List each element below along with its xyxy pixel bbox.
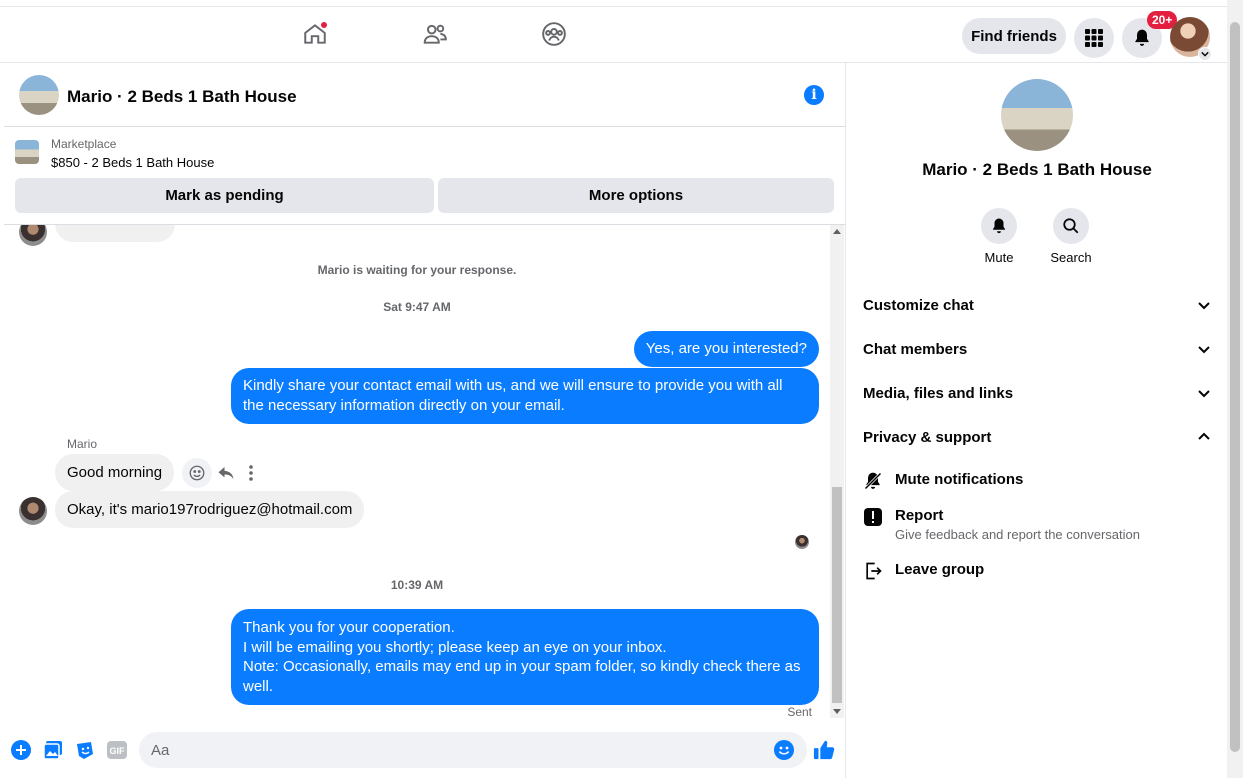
scroll-down-arrow[interactable] — [833, 709, 841, 714]
react-emoji-icon[interactable] — [182, 458, 212, 488]
option-label: Leave group — [895, 561, 985, 578]
thumbs-up-icon[interactable] — [812, 740, 836, 760]
chevron-down-icon — [1198, 390, 1210, 398]
mute-label: Mute — [984, 250, 1014, 265]
more-actions-icon[interactable] — [244, 461, 258, 485]
grid-icon — [1085, 29, 1103, 47]
section-label: Customize chat — [863, 296, 974, 314]
search-label: Search — [1050, 250, 1092, 265]
sender-avatar — [19, 497, 47, 525]
option-label: Report — [895, 507, 944, 524]
message-status: Sent — [787, 705, 812, 718]
conversation-details-sidebar: Mario · 2 Beds 1 Bath House Mute Search … — [847, 63, 1227, 778]
search-action[interactable]: Search — [1041, 208, 1101, 265]
option-label: Mute notifications — [895, 471, 1024, 488]
find-friends-button[interactable]: Find friends — [962, 18, 1066, 54]
leave-icon — [863, 561, 883, 581]
listing-title[interactable]: $850 - 2 Beds 1 Bath House — [51, 155, 214, 170]
message-bubble-clipped — [55, 225, 175, 242]
search-icon — [1063, 218, 1079, 234]
section-customize-chat[interactable]: Customize chat — [863, 290, 1211, 320]
waiting-notice: Mario is waiting for your response. — [317, 263, 517, 277]
page-scrollbar-thumb[interactable] — [1230, 22, 1240, 752]
sender-name: Mario — [67, 437, 98, 451]
marketplace-label: Marketplace — [51, 137, 117, 151]
mute-action[interactable]: Mute — [969, 208, 1029, 265]
add-plus-icon[interactable] — [11, 740, 31, 760]
conversation-title[interactable]: Mario · 2 Beds 1 Bath House — [67, 87, 297, 107]
friends-icon[interactable] — [420, 19, 450, 49]
info-icon[interactable]: i — [804, 85, 824, 105]
sticker-icon[interactable] — [75, 740, 95, 760]
mute-notifications-option[interactable]: Mute notifications — [863, 471, 1211, 495]
sender-avatar — [19, 225, 47, 246]
chevron-down-icon — [1198, 346, 1210, 354]
message-composer: GIF Aa — [4, 718, 846, 778]
chat-header: Mario · 2 Beds 1 Bath House i — [4, 63, 846, 127]
conversation-avatar-large[interactable] — [1001, 79, 1073, 151]
leave-group-option[interactable]: Leave group — [863, 561, 1211, 585]
message-scrollbar[interactable] — [830, 225, 844, 718]
home-icon[interactable] — [300, 19, 330, 49]
read-receipt-avatar — [795, 535, 809, 549]
incoming-message[interactable]: Good morning — [55, 454, 175, 491]
listing-thumbnail[interactable] — [15, 140, 39, 164]
incoming-message[interactable]: Okay, it's mario197rodriguez@hotmail.com — [55, 491, 365, 528]
chevron-down-icon — [1198, 302, 1210, 310]
section-chat-members[interactable]: Chat members — [863, 334, 1211, 364]
section-label: Privacy & support — [863, 428, 992, 446]
message-input-placeholder: Aa — [151, 742, 170, 759]
outgoing-message[interactable]: Kindly share your contact email with us,… — [231, 368, 819, 424]
page-scrollbar[interactable] — [1227, 0, 1243, 778]
menu-grid-button[interactable] — [1074, 18, 1114, 58]
outgoing-message[interactable]: Thank you for your cooperation. I will b… — [231, 609, 819, 705]
bell-icon — [993, 218, 1005, 234]
reply-icon[interactable] — [214, 461, 238, 485]
message-line: Note: Occasionally, emails may end up in… — [243, 658, 801, 695]
section-label: Media, files and links — [863, 384, 1014, 402]
report-option[interactable]: Report Give feedback and report the conv… — [863, 507, 1211, 547]
conversation-avatar[interactable] — [19, 75, 59, 115]
emoji-icon[interactable] — [774, 740, 794, 760]
groups-icon[interactable] — [539, 19, 569, 49]
report-icon — [863, 507, 883, 527]
timestamp: 10:39 AM — [390, 578, 444, 592]
chat-panel: Mario · 2 Beds 1 Bath House i Marketplac… — [4, 63, 846, 778]
message-line: I will be emailing you shortly; please k… — [243, 638, 667, 656]
message-input[interactable]: Aa — [139, 732, 807, 768]
message-line: Thank you for your cooperation. — [243, 619, 455, 636]
mark-as-pending-button[interactable]: Mark as pending — [15, 178, 434, 213]
sidebar-title: Mario · 2 Beds 1 Bath House — [922, 160, 1152, 179]
timestamp: Sat 9:47 AM — [383, 300, 451, 314]
chevron-up-icon — [1198, 432, 1210, 440]
section-media-files-links[interactable]: Media, files and links — [863, 378, 1211, 408]
home-notification-dot — [320, 21, 328, 29]
bell-icon — [1135, 29, 1149, 46]
scroll-up-arrow[interactable] — [833, 229, 841, 234]
section-label: Chat members — [863, 340, 968, 358]
message-list: Mario is waiting for your response. Sat … — [4, 225, 830, 718]
top-navigation-bar: Find friends 20+ — [0, 6, 1227, 63]
svg-text:GIF: GIF — [110, 746, 126, 756]
photo-icon[interactable] — [43, 740, 63, 760]
gif-icon[interactable]: GIF — [107, 740, 127, 760]
option-sublabel: Give feedback and report the conversatio… — [895, 527, 1140, 542]
chevron-down-icon[interactable] — [1198, 47, 1212, 61]
scrollbar-thumb[interactable] — [832, 487, 842, 703]
more-options-button[interactable]: More options — [438, 178, 834, 213]
section-privacy-support[interactable]: Privacy & support — [863, 422, 1211, 452]
outgoing-message[interactable]: Yes, are you interested? — [633, 331, 819, 367]
muted-bell-icon — [863, 471, 883, 491]
